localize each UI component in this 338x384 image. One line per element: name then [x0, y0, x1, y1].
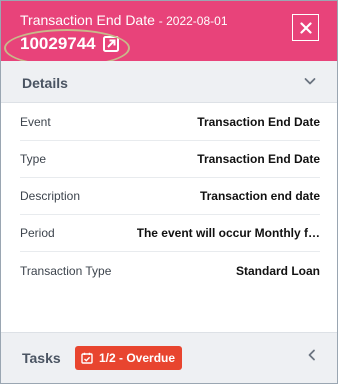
detail-value: Transaction end date — [199, 189, 320, 203]
chevron-down-icon[interactable] — [304, 75, 316, 87]
detail-label: Transaction Type — [20, 263, 112, 278]
details-list: Event Transaction End Date Type Transact… — [1, 104, 337, 289]
tasks-section-header[interactable]: Tasks 1/2 - Overdue — [1, 332, 337, 383]
event-date: - 2022-08-01 — [158, 14, 228, 28]
detail-value: The event will occur Monthly f… — [136, 226, 320, 240]
detail-value: Standard Loan — [235, 263, 320, 278]
detail-value: Transaction End Date — [197, 115, 320, 129]
detail-label: Period — [20, 226, 55, 240]
detail-row-description: Description Transaction end date — [20, 178, 320, 215]
detail-row-transaction-type: Transaction Type Standard Loan — [20, 252, 320, 289]
transaction-id[interactable]: 10029744 — [20, 34, 96, 54]
tasks-status-badge[interactable]: 1/2 - Overdue — [75, 346, 183, 370]
event-title: Transaction End Date — [20, 12, 155, 28]
details-section-header[interactable]: Details — [1, 61, 337, 103]
detail-value: Transaction End Date — [197, 152, 320, 166]
card-header: Transaction End Date - 2022-08-01 100297… — [1, 1, 337, 61]
tasks-title: Tasks — [22, 350, 61, 366]
event-details-card: Transaction End Date - 2022-08-01 100297… — [0, 0, 338, 384]
close-button[interactable] — [292, 14, 319, 41]
detail-label: Event — [20, 115, 51, 129]
detail-row-type: Type Transaction End Date — [20, 141, 320, 178]
transaction-id-link[interactable]: 10029744 — [20, 34, 119, 54]
detail-row-period: Period The event will occur Monthly f… — [20, 215, 320, 252]
external-link-icon[interactable] — [102, 36, 119, 52]
close-icon[interactable] — [299, 21, 312, 34]
detail-label: Description — [20, 189, 81, 203]
tasks-badge-text: 1/2 - Overdue — [99, 351, 176, 365]
detail-label: Type — [20, 152, 47, 166]
details-title: Details — [22, 75, 68, 91]
chevron-left-icon[interactable] — [306, 349, 318, 361]
detail-row-event: Event Transaction End Date — [20, 104, 320, 141]
calendar-check-icon — [81, 352, 93, 364]
header-title: Transaction End Date - 2022-08-01 — [20, 12, 228, 29]
